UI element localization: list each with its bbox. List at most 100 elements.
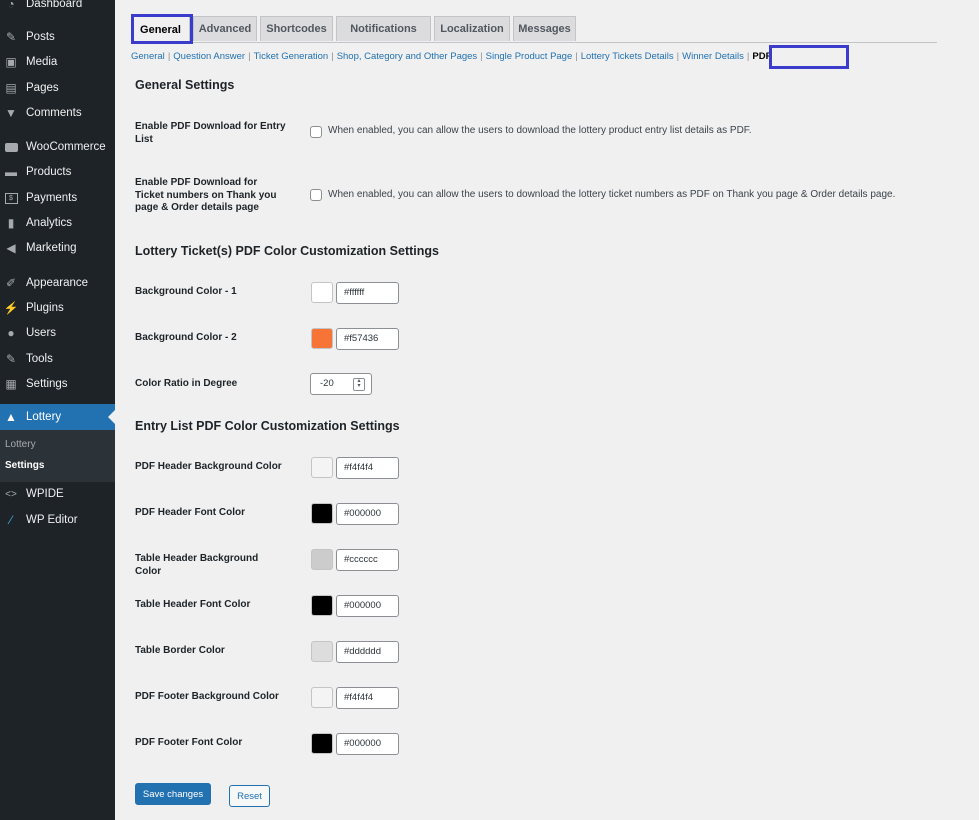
field-label-table-header-font: Table Header Font Color bbox=[135, 599, 251, 610]
sidebar-item-comments[interactable]: ▼ Comments bbox=[0, 101, 115, 125]
pin-icon: ✎ bbox=[5, 30, 17, 44]
separator: | bbox=[676, 51, 680, 62]
color-input-pdf-footer-bg[interactable]: #f4f4f4 bbox=[336, 687, 399, 709]
sidebar-item-label: Pages bbox=[26, 82, 59, 94]
sidebar-item-label: Products bbox=[26, 166, 72, 178]
sidebar-item-label: Analytics bbox=[26, 217, 73, 229]
sidebar-item-media[interactable]: ▣ Media bbox=[0, 50, 115, 74]
subsection-link-ticket-generation[interactable]: Ticket Generation bbox=[254, 51, 329, 62]
tab-localization[interactable]: Localization bbox=[434, 16, 510, 41]
subsection-link-general[interactable]: General bbox=[131, 51, 165, 62]
settings-icon: ▦ bbox=[5, 377, 17, 391]
current-menu-arrow bbox=[108, 410, 115, 424]
color-swatch-pdf-footer-bg[interactable] bbox=[311, 687, 333, 708]
color-input-table-header-font[interactable]: #000000 bbox=[336, 595, 399, 617]
separator: | bbox=[746, 51, 750, 62]
sidebar-item-label: Users bbox=[26, 327, 57, 339]
color-ratio-number-input[interactable]: -20 ▴ ▾ bbox=[310, 373, 372, 395]
dashboard-icon: ◔ bbox=[7, 0, 15, 11]
color-swatch-table-header-font[interactable] bbox=[311, 595, 333, 616]
sidebar-item-payments[interactable]: $ Payments bbox=[0, 186, 115, 210]
sidebar-item-label: Marketing bbox=[26, 242, 77, 254]
color-swatch-pdf-header-bg[interactable] bbox=[311, 457, 333, 478]
products-icon: ▬ bbox=[5, 165, 17, 179]
separator: | bbox=[167, 51, 171, 62]
color-input-pdf-footer-font[interactable]: #000000 bbox=[336, 733, 399, 755]
ticket-pdf-checkbox[interactable] bbox=[310, 189, 322, 201]
tools-icon: ✎ bbox=[5, 352, 17, 366]
tab-notifications[interactable]: Notifications bbox=[336, 16, 431, 41]
pencil-icon: ⁄ bbox=[9, 513, 12, 527]
sidebar-item-label: WPIDE bbox=[26, 488, 64, 500]
sidebar-item-label: Media bbox=[26, 56, 58, 68]
field-label-pdf-header-font: PDF Header Font Color bbox=[135, 507, 246, 518]
media-icon: ▣ bbox=[5, 55, 17, 69]
tab-advanced[interactable]: Advanced bbox=[193, 16, 257, 41]
subsection-link-lottery-tickets-details[interactable]: Lottery Tickets Details bbox=[581, 51, 674, 62]
color-swatch-bg-color-2[interactable] bbox=[311, 328, 333, 349]
sidebar-item-label: Dashboard bbox=[26, 0, 83, 10]
subsection-current-pdf[interactable]: PDF bbox=[752, 51, 771, 62]
section-heading-ticket-pdf: Lottery Ticket(s) PDF Color Customizatio… bbox=[135, 244, 439, 258]
sidebar-item-label: Comments bbox=[26, 107, 82, 119]
subsection-link-shop-category[interactable]: Shop, Category and Other Pages bbox=[337, 51, 477, 62]
ticket-pdf-description: When enabled, you can allow the users to… bbox=[328, 189, 896, 200]
tab-general[interactable]: General bbox=[131, 16, 190, 42]
field-label-entry-list-pdf: Enable PDF Download for Entry List bbox=[135, 121, 286, 145]
sidebar-item-settings[interactable]: ▦ Settings bbox=[0, 372, 115, 396]
reset-button[interactable]: Reset bbox=[229, 785, 270, 807]
number-spinner-icon[interactable]: ▴ ▾ bbox=[353, 378, 365, 391]
color-input-pdf-header-font[interactable]: #000000 bbox=[336, 503, 399, 525]
color-ratio-value: -20 bbox=[320, 378, 334, 389]
sidebar-item-lottery[interactable]: ▲ Lottery bbox=[0, 404, 115, 430]
entry-list-pdf-checkbox[interactable] bbox=[310, 126, 322, 138]
sidebar-item-label: Lottery bbox=[26, 411, 62, 423]
color-input-table-header-bg[interactable]: #cccccc bbox=[336, 549, 399, 571]
separator: | bbox=[331, 51, 334, 62]
highlight-pdf-link bbox=[769, 45, 849, 69]
sidebar-item-label: WP Editor bbox=[26, 514, 78, 526]
sidebar-item-dashboard[interactable]: ◔ Dashboard bbox=[0, 0, 115, 16]
color-input-bg-color-1[interactable]: #ffffff bbox=[336, 282, 399, 304]
sidebar-item-label: Plugins bbox=[26, 302, 64, 314]
sidebar-item-pages[interactable]: ▤ Pages bbox=[0, 76, 115, 100]
woocommerce-icon bbox=[4, 140, 18, 154]
color-swatch-bg-color-1[interactable] bbox=[311, 282, 333, 303]
sidebar-item-wp-editor[interactable]: ⁄ WP Editor bbox=[0, 508, 115, 532]
field-label-bg-color-1: Background Color - 1 bbox=[135, 286, 237, 297]
submenu-item-lottery[interactable]: Lottery bbox=[5, 439, 36, 450]
tab-shortcodes[interactable]: Shortcodes bbox=[260, 16, 333, 41]
sidebar-item-products[interactable]: ▬ Products bbox=[0, 160, 115, 184]
subsection-nav: General | Question Answer | Ticket Generatio… bbox=[131, 51, 771, 62]
sidebar-item-users[interactable]: ● Users bbox=[0, 321, 115, 345]
sidebar-item-label: Settings bbox=[26, 378, 68, 390]
sidebar-item-plugins[interactable]: ⚡ Plugins bbox=[0, 296, 115, 320]
sidebar-item-analytics[interactable]: ▮ Analytics bbox=[0, 211, 115, 235]
color-input-pdf-header-bg[interactable]: #f4f4f4 bbox=[336, 457, 399, 479]
admin-sidebar: ◔ Dashboard ✎ Posts ▣ Media ▤ Pages ▼ Co… bbox=[0, 0, 115, 820]
color-swatch-pdf-header-font[interactable] bbox=[311, 503, 333, 524]
save-changes-button[interactable]: Save changes bbox=[135, 783, 211, 805]
plugins-icon: ⚡ bbox=[3, 301, 19, 315]
subsection-link-single-product[interactable]: Single Product Page bbox=[486, 51, 573, 62]
subsection-link-winner-details[interactable]: Winner Details bbox=[682, 51, 744, 62]
marketing-icon: ◀ bbox=[6, 241, 16, 255]
sidebar-item-tools[interactable]: ✎ Tools bbox=[0, 347, 115, 371]
subsection-link-question-answer[interactable]: Question Answer bbox=[173, 51, 245, 62]
sidebar-item-wpide[interactable]: <> WPIDE bbox=[0, 482, 115, 506]
color-swatch-table-header-bg[interactable] bbox=[311, 549, 333, 570]
sidebar-item-label: Tools bbox=[26, 353, 53, 365]
sidebar-item-posts[interactable]: ✎ Posts bbox=[0, 25, 115, 49]
field-label-pdf-footer-font: PDF Footer Font Color bbox=[135, 737, 243, 748]
sidebar-item-appearance[interactable]: ✐ Appearance bbox=[0, 271, 115, 295]
sidebar-item-marketing[interactable]: ◀ Marketing bbox=[0, 236, 115, 260]
tab-messages[interactable]: Messages bbox=[513, 16, 576, 41]
color-input-bg-color-2[interactable]: #f57436 bbox=[336, 328, 399, 350]
sidebar-item-woocommerce[interactable]: WooCommerce bbox=[0, 135, 115, 159]
pages-icon: ▤ bbox=[5, 81, 17, 95]
submenu-item-settings[interactable]: Settings bbox=[5, 460, 44, 471]
color-input-table-border[interactable]: #dddddd bbox=[336, 641, 399, 663]
color-swatch-table-border[interactable] bbox=[311, 641, 333, 662]
color-swatch-pdf-footer-font[interactable] bbox=[311, 733, 333, 754]
field-label-ticket-pdf: Enable PDF Download for Ticket numbers o… bbox=[135, 177, 277, 213]
